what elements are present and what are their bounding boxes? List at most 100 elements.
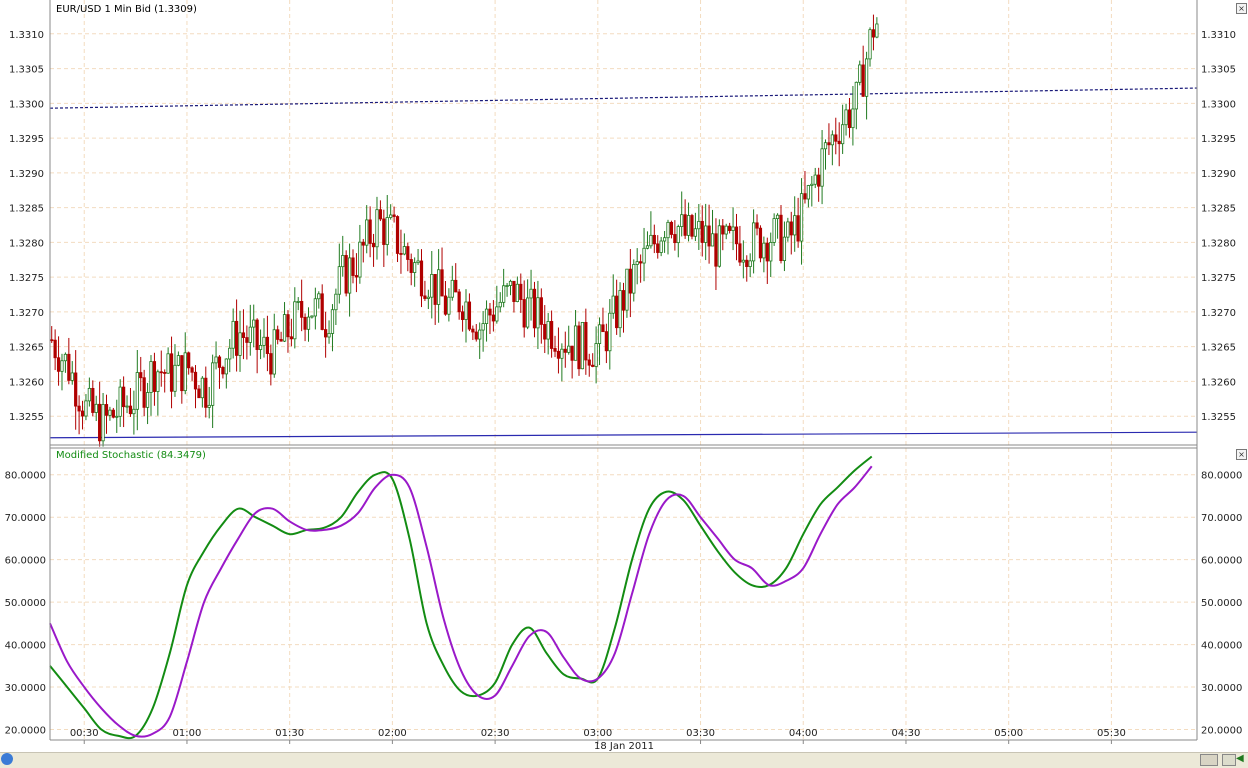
candle bbox=[686, 215, 691, 236]
y-tick-label-right: 1.3310 bbox=[1201, 30, 1236, 41]
y-tick-label: 60.0000 bbox=[5, 556, 46, 567]
candle bbox=[361, 241, 365, 246]
candle bbox=[306, 316, 311, 330]
candle bbox=[577, 325, 581, 370]
y-tick-label-right: 1.3255 bbox=[1201, 412, 1236, 423]
candle bbox=[187, 352, 191, 369]
candle bbox=[649, 234, 653, 247]
candle bbox=[334, 293, 338, 311]
candle bbox=[560, 348, 564, 359]
x-tick-label: 01:30 bbox=[275, 728, 304, 739]
candle bbox=[406, 246, 410, 260]
candle bbox=[310, 315, 314, 318]
candle bbox=[125, 405, 129, 408]
candle bbox=[159, 371, 163, 374]
candle bbox=[608, 312, 612, 352]
candle bbox=[662, 237, 667, 242]
candle bbox=[252, 319, 256, 328]
y-tick-label: 1.3285 bbox=[9, 204, 44, 215]
candle bbox=[87, 387, 91, 402]
candle bbox=[193, 371, 198, 390]
candle bbox=[351, 257, 355, 276]
close-icon[interactable]: × bbox=[1236, 449, 1247, 460]
candle bbox=[861, 64, 865, 97]
candle bbox=[341, 255, 345, 268]
candle bbox=[457, 291, 461, 313]
candle bbox=[779, 214, 783, 261]
candle bbox=[135, 372, 139, 410]
candle bbox=[827, 142, 831, 146]
candle bbox=[443, 295, 448, 315]
y-tick-label-right: 40.0000 bbox=[1201, 641, 1242, 652]
close-icon[interactable]: × bbox=[1236, 3, 1247, 14]
candle bbox=[241, 332, 246, 338]
candle bbox=[368, 219, 372, 244]
candle bbox=[60, 360, 64, 372]
candle bbox=[717, 225, 721, 267]
y-tick-label-right: 1.3300 bbox=[1201, 99, 1236, 110]
candle bbox=[615, 295, 619, 329]
y-tick-label: 20.0000 bbox=[5, 726, 46, 737]
candle bbox=[512, 280, 516, 302]
candle bbox=[474, 331, 478, 340]
candle bbox=[293, 301, 297, 340]
candle bbox=[868, 29, 872, 60]
candle bbox=[413, 262, 417, 273]
candle bbox=[122, 386, 126, 408]
candle bbox=[502, 285, 506, 303]
candle bbox=[197, 388, 201, 399]
horizontal-scrollbar[interactable] bbox=[0, 752, 1248, 768]
candle bbox=[498, 301, 502, 308]
candle bbox=[823, 142, 828, 150]
candle bbox=[755, 222, 759, 229]
candle bbox=[539, 297, 543, 325]
candle bbox=[337, 266, 341, 295]
scroll-thumb[interactable] bbox=[1200, 754, 1218, 766]
chart-canvas: 1.3255 1.3255 1.3260 1.3260 1.3265 1.3265 1.32… bbox=[0, 0, 1248, 767]
candle bbox=[515, 283, 519, 302]
candle bbox=[652, 234, 656, 245]
candle bbox=[392, 214, 396, 217]
candle bbox=[245, 337, 249, 343]
candle bbox=[320, 293, 324, 330]
candle bbox=[145, 392, 150, 408]
candle bbox=[659, 240, 663, 253]
candle bbox=[460, 311, 465, 320]
x-tick-label: 02:30 bbox=[481, 728, 510, 739]
candle bbox=[820, 148, 824, 187]
candle bbox=[693, 228, 698, 237]
candle bbox=[628, 268, 632, 294]
scroll-left-button[interactable] bbox=[1222, 754, 1236, 766]
y-tick-label-right: 80.0000 bbox=[1201, 471, 1242, 482]
y-tick-label: 70.0000 bbox=[5, 513, 46, 524]
candle bbox=[282, 314, 287, 342]
y-tick-label-right: 60.0000 bbox=[1201, 556, 1242, 567]
candle bbox=[327, 333, 331, 338]
candle bbox=[526, 297, 530, 328]
candle bbox=[803, 193, 807, 200]
candle bbox=[639, 261, 643, 264]
candle bbox=[104, 404, 109, 416]
candle bbox=[347, 257, 352, 294]
candle bbox=[584, 322, 588, 361]
x-tick-label: 03:00 bbox=[583, 728, 612, 739]
candle bbox=[673, 234, 677, 244]
y-tick-label: 1.3255 bbox=[9, 412, 44, 423]
y-tick-label-right: 20.0000 bbox=[1201, 726, 1242, 737]
candle bbox=[796, 215, 800, 242]
candle bbox=[221, 367, 225, 375]
x-tick-label: 03:30 bbox=[686, 728, 715, 739]
candle bbox=[625, 268, 629, 311]
candle bbox=[74, 372, 78, 407]
candle bbox=[847, 109, 852, 129]
candle bbox=[680, 214, 684, 227]
arrow-right-icon[interactable]: ◀ bbox=[1236, 754, 1246, 764]
candle bbox=[710, 233, 715, 247]
candle bbox=[101, 404, 105, 442]
candle bbox=[758, 227, 763, 259]
y-tick-label: 1.3310 bbox=[9, 30, 44, 41]
candle bbox=[591, 364, 595, 367]
candle bbox=[378, 209, 383, 220]
navigator-icon[interactable] bbox=[1, 753, 13, 765]
candle bbox=[204, 377, 208, 408]
